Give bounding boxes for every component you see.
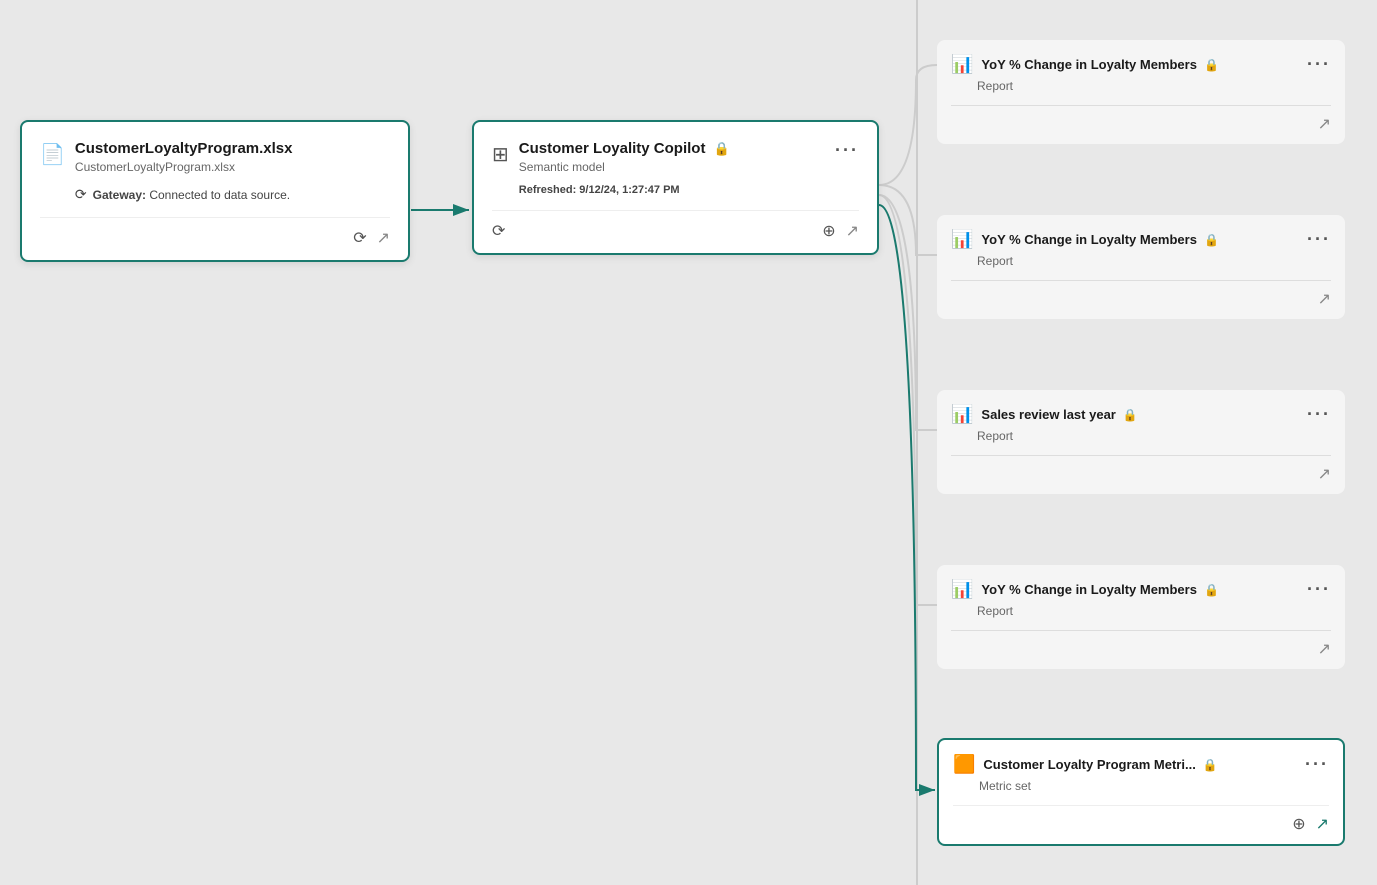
report-more-4[interactable]: ··· [1307, 579, 1331, 600]
vertical-divider [916, 0, 918, 885]
lock-icon: 🔒 [713, 141, 729, 157]
gateway-row: ⟳ Gateway: Connected to data source. [75, 186, 293, 203]
report-link-1[interactable]: ↗ [1318, 114, 1331, 134]
refresh-icon[interactable]: ⟳ [492, 221, 505, 241]
report-card-4: 📊 YoY % Change in Loyalty Members 🔒 ··· … [937, 565, 1345, 669]
report-more-3[interactable]: ··· [1307, 404, 1331, 425]
report-bar-icon-2: 📊 [951, 229, 973, 250]
report-card-1: 📊 YoY % Change in Loyalty Members 🔒 ··· … [937, 40, 1345, 144]
source-card: 📄 CustomerLoyaltyProgram.xlsx CustomerLo… [20, 120, 410, 262]
report-more-1[interactable]: ··· [1307, 54, 1331, 75]
semantic-icon: ⊞ [492, 142, 509, 167]
semantic-subtitle: Semantic model [519, 160, 730, 174]
metric-card: 🟧 Customer Loyalty Program Metri... 🔒 ··… [937, 738, 1345, 846]
report-bar-icon-4: 📊 [951, 579, 973, 600]
report-bar-icon-1: 📊 [951, 54, 973, 75]
source-title: CustomerLoyaltyProgram.xlsx [75, 140, 293, 157]
source-subtitle: CustomerLoyaltyProgram.xlsx [75, 160, 293, 174]
canvas: 📄 CustomerLoyaltyProgram.xlsx CustomerLo… [0, 0, 1377, 885]
report-lock-2: 🔒 [1204, 233, 1219, 247]
metric-more-button[interactable]: ··· [1305, 754, 1329, 775]
report-type-2: Report [977, 254, 1331, 268]
report-title-1: YoY % Change in Loyalty Members [981, 57, 1197, 72]
link-icon[interactable]: ↗ [377, 228, 390, 248]
report-lock-3: 🔒 [1123, 408, 1138, 422]
semantic-card: ⊞ Customer Loyality Copilot 🔒 Semantic m… [472, 120, 879, 255]
report-type-1: Report [977, 79, 1331, 93]
report-card-3: 📊 Sales review last year 🔒 ··· Report ↗ [937, 390, 1345, 494]
metric-icon: 🟧 [953, 754, 975, 775]
copilot-icon[interactable]: ⊕ [822, 221, 835, 241]
metric-subtitle: Metric set [979, 779, 1329, 793]
report-type-3: Report [977, 429, 1331, 443]
report-title-4: YoY % Change in Loyalty Members [981, 582, 1197, 597]
file-icon: 📄 [40, 142, 65, 167]
report-bar-icon-3: 📊 [951, 404, 973, 425]
report-lock-4: 🔒 [1204, 583, 1219, 597]
report-more-2[interactable]: ··· [1307, 229, 1331, 250]
report-title-2: YoY % Change in Loyalty Members [981, 232, 1197, 247]
refresh-label: Refreshed: 9/12/24, 1:27:47 PM [519, 184, 730, 196]
gateway-label: Gateway: Connected to data source. [93, 188, 290, 202]
gateway-icon: ⟳ [75, 186, 87, 203]
report-link-4[interactable]: ↗ [1318, 639, 1331, 659]
semantic-title: Customer Loyality Copilot [519, 140, 706, 157]
link-icon[interactable]: ↗ [846, 221, 859, 241]
metric-copilot-icon[interactable]: ⊕ [1292, 814, 1305, 834]
report-link-3[interactable]: ↗ [1318, 464, 1331, 484]
schedule-icon[interactable]: ⟳ [353, 228, 366, 248]
report-link-2[interactable]: ↗ [1318, 289, 1331, 309]
report-title-3: Sales review last year [981, 407, 1115, 422]
metric-title: Customer Loyalty Program Metri... [983, 757, 1195, 772]
metric-lock: 🔒 [1203, 758, 1218, 772]
more-menu-button[interactable]: ··· [835, 140, 859, 161]
report-lock-1: 🔒 [1204, 58, 1219, 72]
metric-link-icon[interactable]: ↗ [1316, 814, 1329, 834]
report-card-2: 📊 YoY % Change in Loyalty Members 🔒 ··· … [937, 215, 1345, 319]
report-type-4: Report [977, 604, 1331, 618]
